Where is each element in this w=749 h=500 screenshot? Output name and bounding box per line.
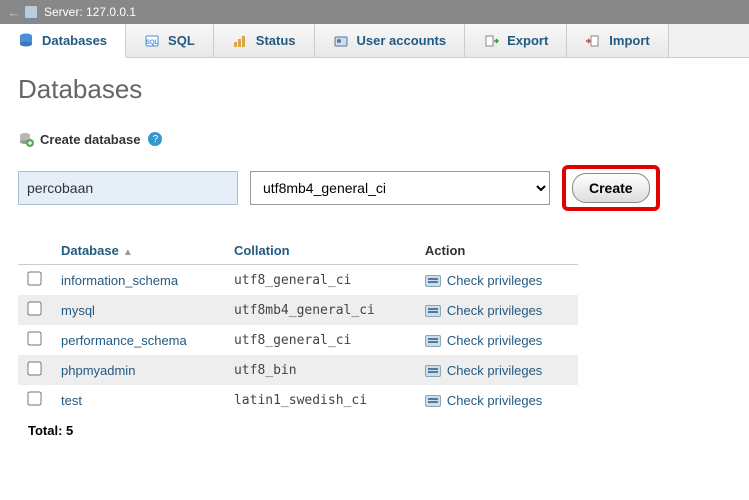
topbar: ← Server: 127.0.0.1 xyxy=(0,0,749,24)
table-row: test latin1_swedish_ci Check privileges xyxy=(18,385,578,415)
collation-select[interactable]: utf8mb4_general_ci xyxy=(250,171,550,205)
create-button-highlight: Create xyxy=(562,165,660,211)
page-title: Databases xyxy=(18,74,731,105)
collation-cell: utf8_bin xyxy=(224,355,415,385)
database-link[interactable]: phpmyadmin xyxy=(61,363,135,378)
database-link[interactable]: performance_schema xyxy=(61,333,187,348)
import-icon xyxy=(585,33,601,49)
tab-label: Status xyxy=(256,33,296,48)
privileges-icon xyxy=(425,395,441,407)
tab-user-accounts[interactable]: User accounts xyxy=(315,24,466,57)
svg-text:SQL: SQL xyxy=(146,40,159,46)
collation-cell: utf8_general_ci xyxy=(224,265,415,296)
table-row: phpmyadmin utf8_bin Check privileges xyxy=(18,355,578,385)
tab-sql[interactable]: SQL SQL xyxy=(126,24,214,57)
collation-cell: latin1_swedish_ci xyxy=(224,385,415,415)
status-icon xyxy=(232,33,248,49)
collation-cell: utf8_general_ci xyxy=(224,325,415,355)
row-checkbox[interactable] xyxy=(27,301,41,315)
col-checkbox xyxy=(18,237,51,265)
server-label: Server: 127.0.0.1 xyxy=(44,5,136,19)
table-row: information_schema utf8_general_ci Check… xyxy=(18,265,578,296)
privileges-icon xyxy=(425,365,441,377)
tab-label: Import xyxy=(609,33,649,48)
export-icon xyxy=(483,33,499,49)
privileges-icon xyxy=(425,335,441,347)
check-privileges-link[interactable]: Check privileges xyxy=(447,393,542,408)
database-link[interactable]: information_schema xyxy=(61,273,178,288)
check-privileges-link[interactable]: Check privileges xyxy=(447,363,542,378)
database-add-icon xyxy=(18,131,34,147)
main-tabs: Databases SQL SQL Status User accounts E… xyxy=(0,24,749,58)
col-collation[interactable]: Collation xyxy=(224,237,415,265)
database-name-input[interactable] xyxy=(18,171,238,205)
privileges-icon xyxy=(425,305,441,317)
col-database[interactable]: Database▲ xyxy=(51,237,224,265)
row-checkbox[interactable] xyxy=(27,361,41,375)
sql-icon: SQL xyxy=(144,33,160,49)
page-content: Databases Create database ? utf8mb4_gene… xyxy=(0,58,749,462)
tab-status[interactable]: Status xyxy=(214,24,315,57)
check-privileges-link[interactable]: Check privileges xyxy=(447,273,542,288)
server-icon xyxy=(24,5,38,19)
sort-asc-icon: ▲ xyxy=(123,247,133,258)
users-icon xyxy=(333,33,349,49)
check-privileges-link[interactable]: Check privileges xyxy=(447,303,542,318)
table-row: performance_schema utf8_general_ci Check… xyxy=(18,325,578,355)
tab-label: User accounts xyxy=(357,33,447,48)
create-button[interactable]: Create xyxy=(572,173,650,203)
create-database-form: utf8mb4_general_ci Create xyxy=(18,165,731,211)
table-row: mysql utf8mb4_general_ci Check privilege… xyxy=(18,295,578,325)
tab-export[interactable]: Export xyxy=(465,24,567,57)
collation-cell: utf8mb4_general_ci xyxy=(224,295,415,325)
database-link[interactable]: mysql xyxy=(61,303,95,318)
tab-import[interactable]: Import xyxy=(567,24,668,57)
back-arrow-icon[interactable]: ← xyxy=(4,5,24,20)
database-icon xyxy=(18,32,34,48)
row-checkbox[interactable] xyxy=(27,271,41,285)
total-count: Total: 5 xyxy=(18,415,731,446)
tab-label: Databases xyxy=(42,33,107,48)
tab-databases[interactable]: Databases xyxy=(0,24,126,58)
help-icon[interactable]: ? xyxy=(148,132,162,146)
privileges-icon xyxy=(425,275,441,287)
database-link[interactable]: test xyxy=(61,393,82,408)
create-database-header: Create database ? xyxy=(18,131,731,147)
check-privileges-link[interactable]: Check privileges xyxy=(447,333,542,348)
col-action: Action xyxy=(415,237,578,265)
tab-label: SQL xyxy=(168,33,195,48)
create-database-label: Create database xyxy=(40,132,140,147)
row-checkbox[interactable] xyxy=(27,331,41,345)
row-checkbox[interactable] xyxy=(27,391,41,405)
databases-table: Database▲ Collation Action information_s… xyxy=(18,237,578,415)
tab-label: Export xyxy=(507,33,548,48)
